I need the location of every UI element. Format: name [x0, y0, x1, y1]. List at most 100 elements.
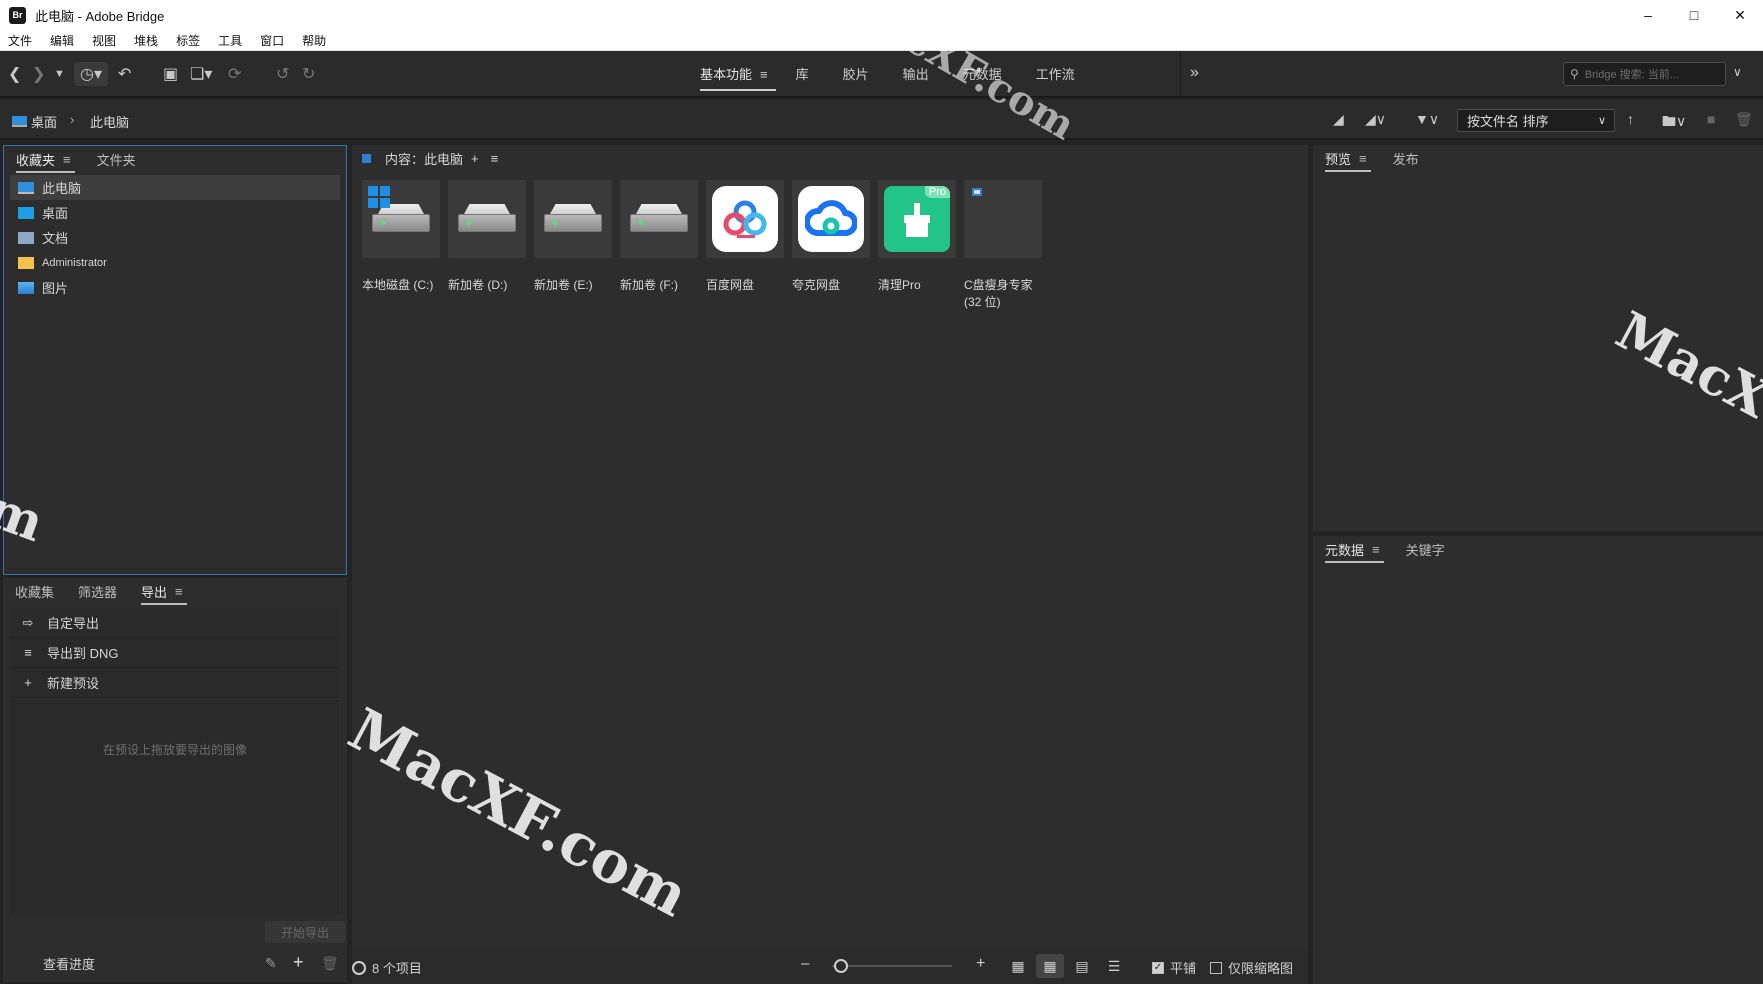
- view-thumbnails-icon[interactable]: ▦: [1036, 954, 1064, 978]
- favorites-panel: 收藏夹 ≡ 文件夹 此电脑 桌面 文档 Administrator 图片: [3, 145, 347, 575]
- trash-icon[interactable]: 🗑: [1735, 111, 1753, 128]
- export-preset-custom[interactable]: ⇨ 自定导出: [11, 608, 339, 638]
- quality-icon[interactable]: ◢: [1333, 111, 1344, 128]
- history-dropdown-icon[interactable]: ▼: [54, 62, 65, 86]
- delete-icon[interactable]: 🗑: [321, 955, 339, 972]
- content-item-quark-netdisk[interactable]: 夸克网盘: [792, 180, 878, 311]
- window-controls: – □ ✕: [1625, 0, 1763, 30]
- content-item-d-drive[interactable]: 新加卷 (D:): [448, 180, 534, 311]
- menu-label[interactable]: 标签: [176, 32, 200, 49]
- tab-metadata[interactable]: 元数据: [1325, 540, 1385, 563]
- sidebar-item-pictures[interactable]: 图片: [10, 275, 340, 300]
- sidebar-item-desktop[interactable]: 桌面: [10, 200, 340, 225]
- sidebar-item-this-pc[interactable]: 此电脑: [10, 175, 340, 200]
- content-item-cleanpro[interactable]: Pro 清理Pro: [878, 180, 964, 311]
- pro-badge: Pro: [924, 186, 950, 198]
- tab-filter[interactable]: 筛选器: [78, 582, 117, 601]
- menu-view[interactable]: 视图: [92, 32, 116, 49]
- export-drop-zone[interactable]: 在预设上拖放要导出的图像: [11, 700, 339, 914]
- tab-folders[interactable]: 文件夹: [97, 150, 136, 169]
- view-list-icon[interactable]: ☰: [1100, 954, 1128, 978]
- sync-icon[interactable]: ⟳: [228, 62, 241, 86]
- close-button[interactable]: ✕: [1717, 0, 1763, 30]
- search-options-icon[interactable]: ∨: [1733, 65, 1742, 79]
- menu-tools[interactable]: 工具: [218, 32, 242, 49]
- tab-export[interactable]: 导出: [141, 582, 188, 605]
- zoom-in-icon[interactable]: +: [976, 955, 985, 973]
- panel-menu-icon[interactable]: ≡: [1359, 151, 1367, 166]
- open-recent-icon[interactable]: 🖿∨: [1662, 111, 1686, 135]
- thumbnail-size-slider[interactable]: [832, 965, 952, 967]
- tab-keywords[interactable]: 关键字: [1406, 540, 1445, 559]
- zoom-out-icon[interactable]: –: [801, 955, 809, 972]
- tab-publish[interactable]: 发布: [1393, 149, 1419, 168]
- new-folder-icon[interactable]: ■: [1707, 111, 1715, 127]
- filter-items-icon[interactable]: ▼∨: [1415, 111, 1439, 128]
- boomerang-icon[interactable]: ↶: [118, 62, 131, 86]
- forward-icon[interactable]: ❯: [32, 62, 45, 86]
- content-item-f-drive[interactable]: 新加卷 (F:): [620, 180, 706, 311]
- breadcrumb-desktop[interactable]: 桌面: [12, 112, 57, 131]
- breadcrumb-separator-icon[interactable]: ›: [70, 112, 74, 127]
- metadata-panel: 元数据 ≡ 关键字: [1313, 536, 1763, 984]
- start-export-button[interactable]: 开始导出: [265, 921, 345, 943]
- panel-menu-icon[interactable]: ≡: [63, 152, 71, 167]
- tab-collections[interactable]: 收藏集: [15, 582, 54, 601]
- workspace-tab-libraries[interactable]: 库: [796, 64, 809, 85]
- tab-preview[interactable]: 预览: [1325, 149, 1372, 172]
- add-icon[interactable]: +: [293, 952, 304, 973]
- content-item-c-drive[interactable]: 本地磁盘 (C:): [362, 180, 448, 311]
- thumbnail: [620, 180, 698, 258]
- content-item-baidu-netdisk[interactable]: 百度网盘: [706, 180, 792, 311]
- sidebar-item-administrator[interactable]: Administrator: [10, 250, 340, 275]
- edit-icon[interactable]: ✎: [265, 955, 277, 972]
- workspace-menu-icon[interactable]: ≡: [760, 67, 768, 82]
- computer-icon: [18, 181, 34, 194]
- rotate-left-icon[interactable]: ↺: [276, 62, 289, 86]
- menu-help[interactable]: 帮助: [302, 32, 326, 49]
- add-tab-icon[interactable]: +: [471, 151, 479, 166]
- rating-filter-icon[interactable]: ◢∨: [1365, 111, 1386, 128]
- tab-favorites[interactable]: 收藏夹: [16, 150, 76, 173]
- content-item-e-drive[interactable]: 新加卷 (E:): [534, 180, 620, 311]
- recent-history-icon[interactable]: ◷▾: [74, 62, 108, 86]
- refine-icon[interactable]: ❏▾: [190, 62, 212, 86]
- menu-edit[interactable]: 编辑: [50, 32, 74, 49]
- ascending-order-icon[interactable]: ↑: [1627, 111, 1634, 127]
- workspace-tab-workflow[interactable]: 工作流: [1036, 64, 1075, 85]
- tile-option[interactable]: ✓ 平铺: [1152, 958, 1196, 977]
- menu-file[interactable]: 文件: [8, 32, 32, 49]
- workspace-tab-output[interactable]: 输出: [903, 64, 929, 85]
- more-workspaces-icon[interactable]: »: [1190, 64, 1199, 82]
- tile-checkbox[interactable]: ✓: [1152, 961, 1164, 974]
- panel-menu-icon[interactable]: ≡: [175, 584, 183, 599]
- thumbnails-only-option[interactable]: 仅限缩略图: [1210, 958, 1293, 977]
- rotate-right-icon[interactable]: ↻: [302, 62, 315, 86]
- menu-stack[interactable]: 堆栈: [134, 32, 158, 49]
- export-preset-dng[interactable]: ≡ 导出到 DNG: [11, 638, 339, 668]
- list-icon: ≡: [24, 645, 32, 660]
- minimize-button[interactable]: –: [1625, 0, 1671, 30]
- panel-menu-icon[interactable]: ≡: [491, 151, 499, 166]
- view-details-icon[interactable]: ▤: [1068, 954, 1096, 978]
- breadcrumb-this-pc[interactable]: 此电脑: [90, 112, 129, 131]
- back-icon[interactable]: ❮: [8, 62, 21, 86]
- sort-select[interactable]: 按文件名 排序 ∨: [1457, 109, 1615, 132]
- workspace-tab-essentials[interactable]: 基本功能: [700, 64, 777, 91]
- panel-menu-icon[interactable]: ≡: [1372, 542, 1380, 557]
- slider-handle[interactable]: [834, 959, 848, 973]
- search-input[interactable]: ⚲ Bridge 搜索: 当前...: [1563, 62, 1726, 86]
- camera-import-icon[interactable]: ▣: [163, 62, 178, 86]
- thumbnails-only-checkbox[interactable]: [1210, 961, 1222, 974]
- workspace-tab-filmstrip[interactable]: 胶片: [843, 64, 869, 85]
- lock-grid-icon[interactable]: ▦: [1004, 954, 1032, 978]
- window-title: 此电脑 - Adobe Bridge: [35, 8, 165, 24]
- sidebar-item-documents[interactable]: 文档: [10, 225, 340, 250]
- maximize-button[interactable]: □: [1671, 0, 1717, 30]
- thumbnail: [448, 180, 526, 258]
- view-progress-link[interactable]: 查看进度: [43, 954, 95, 973]
- new-preset-button[interactable]: + 新建预设: [11, 668, 339, 698]
- menu-window[interactable]: 窗口: [260, 32, 284, 49]
- content-item-c-slim-expert[interactable]: C盘瘦身专家 (32 位): [964, 180, 1050, 311]
- workspace-tab-metadata[interactable]: 元数据: [963, 64, 1002, 85]
